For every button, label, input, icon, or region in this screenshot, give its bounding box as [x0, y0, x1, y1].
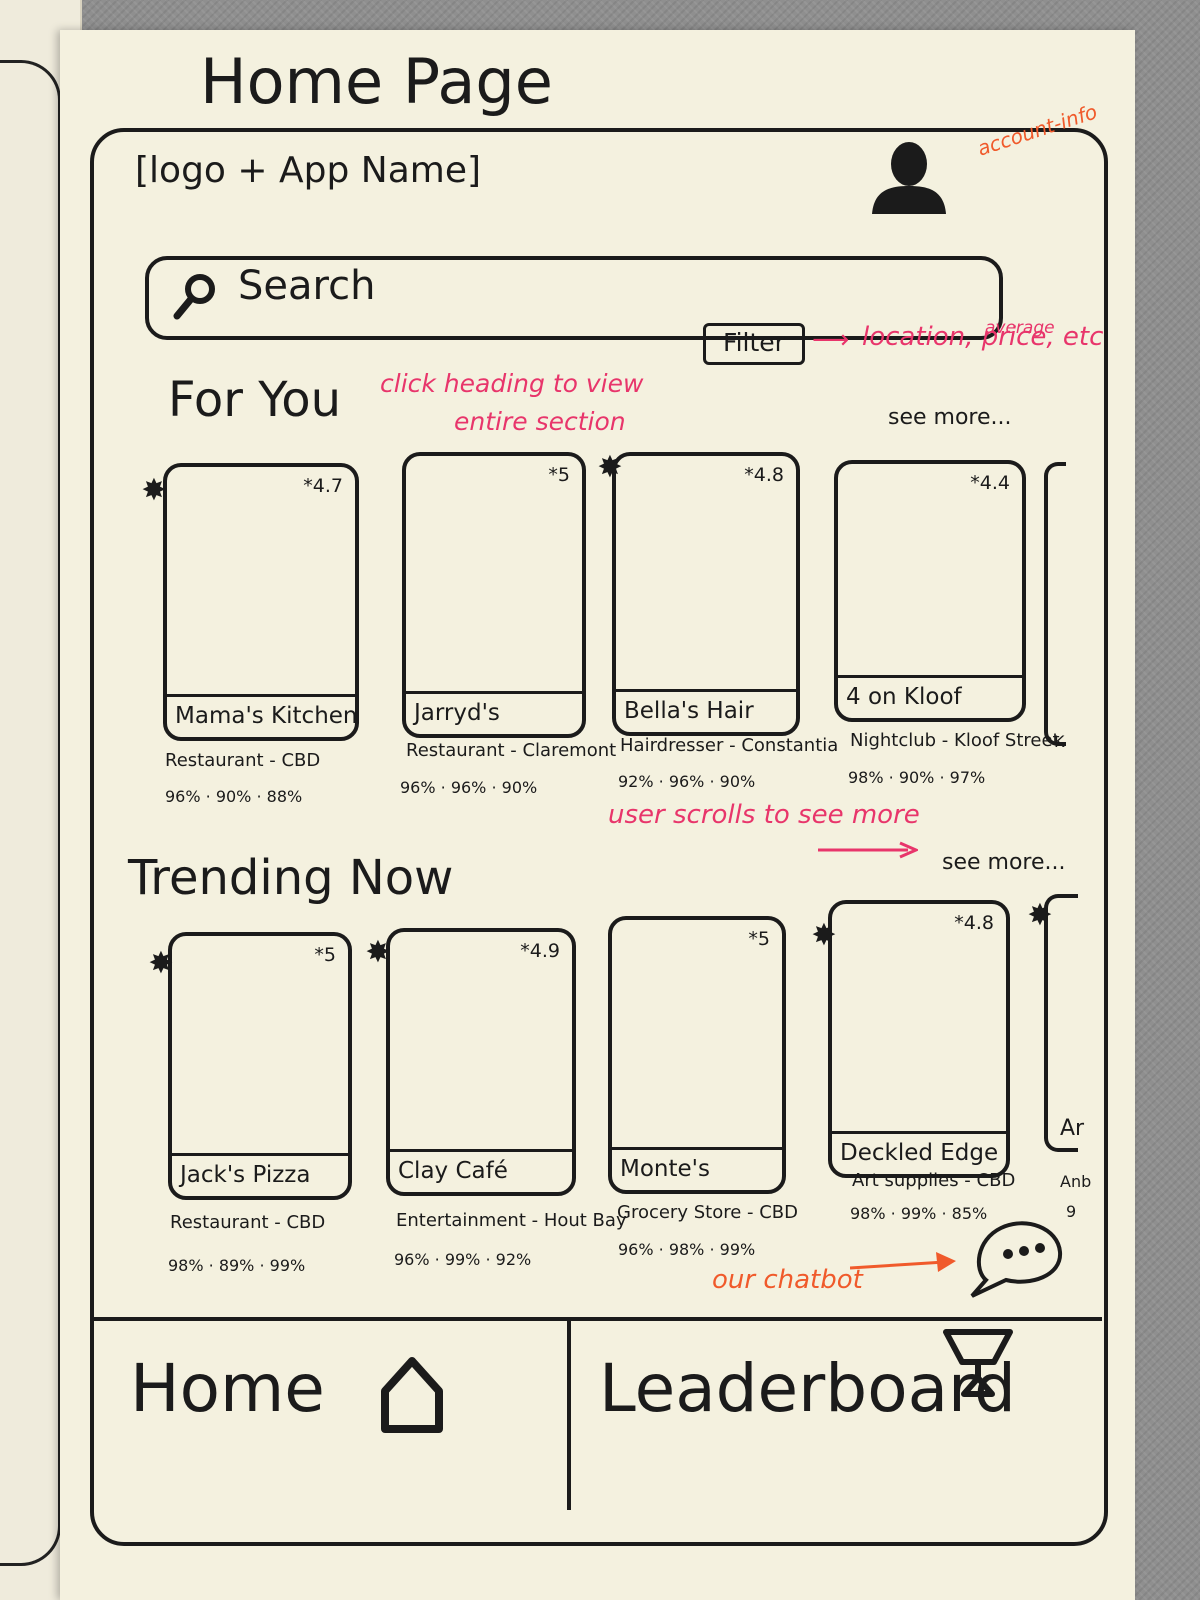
- search-input[interactable]: Search: [238, 263, 375, 309]
- app-logo: [logo + App Name]: [135, 150, 482, 191]
- place-name-partial: Ar: [1060, 1116, 1085, 1141]
- place-stats: 96% · 90% · 88%: [165, 787, 303, 806]
- place-name: Mama's Kitchen: [167, 694, 355, 737]
- place-card[interactable]: *5 Jack's Pizza: [168, 932, 352, 1200]
- place-card[interactable]: *4.7 Mama's Kitchen: [163, 463, 359, 741]
- chatbot-icon[interactable]: [966, 1210, 1066, 1300]
- local-leaf-badge-icon: ✸: [141, 473, 167, 508]
- local-leaf-badge-icon: ✸: [1027, 898, 1053, 933]
- local-leaf-badge-icon: ✸: [597, 450, 623, 485]
- sheet-title: Home Page: [200, 45, 553, 118]
- place-stats-partial: 9: [1066, 1202, 1077, 1221]
- place-card[interactable]: *4.8 Deckled Edge: [828, 900, 1010, 1178]
- rating-label: *4.8: [744, 464, 784, 486]
- place-name: Jack's Pizza: [172, 1153, 348, 1196]
- annotation-filter-arrow: ⟶: [812, 325, 850, 355]
- place-name: Deckled Edge: [832, 1131, 1006, 1174]
- rating-label: *5: [314, 944, 336, 966]
- annotation-heading-line-2: entire section: [454, 407, 626, 436]
- place-category: Hairdresser - Constantia: [620, 735, 839, 756]
- place-card[interactable]: *5 Jarryd's: [402, 452, 586, 738]
- rating-label: *4.9: [520, 940, 560, 962]
- nav-home-label: Home: [130, 1350, 325, 1427]
- place-name: Jarryd's: [406, 691, 582, 734]
- local-leaf-badge-icon: ✸: [148, 946, 174, 981]
- rating-label: *4.7: [303, 475, 343, 497]
- place-name: Bella's Hair: [616, 689, 796, 732]
- place-stats: 92% · 96% · 90%: [618, 772, 756, 791]
- annotation-scroll-arrow: [818, 841, 918, 859]
- home-icon: [381, 1357, 443, 1433]
- place-card[interactable]: *4.9 Clay Café: [386, 928, 576, 1196]
- place-stats: 96% · 98% · 99%: [618, 1240, 756, 1259]
- place-category: Grocery Store - CBD: [617, 1202, 799, 1223]
- annotation-heading-line-1: click heading to view: [380, 369, 644, 398]
- place-stats: 96% · 96% · 90%: [400, 778, 538, 797]
- see-more-for-you[interactable]: see more...: [888, 405, 1012, 430]
- place-card[interactable]: *5 Monte's: [608, 916, 786, 1194]
- nav-home-button[interactable]: Home: [92, 1320, 567, 1500]
- place-category: Art supplies - CBD: [852, 1170, 1016, 1191]
- left-page-sketch-edge: [0, 60, 61, 1566]
- rating-label: *4.8: [954, 912, 994, 934]
- search-icon: [173, 274, 215, 320]
- place-stats: 96% · 99% · 92%: [394, 1250, 532, 1269]
- place-name: Clay Café: [390, 1149, 572, 1192]
- section-title-trending[interactable]: Trending Now: [128, 850, 453, 906]
- annotation-heading: click heading to view entire section: [380, 365, 643, 441]
- rating-label: *4.4: [970, 472, 1010, 494]
- place-category: Nightclub - Kloof Street: [850, 730, 1060, 751]
- place-name: 4 on Kloof: [838, 675, 1022, 718]
- local-leaf-badge-icon: ✸: [811, 918, 837, 953]
- trophy-icon: [943, 1329, 1013, 1397]
- place-category-partial: K: [1054, 732, 1065, 751]
- place-category: Restaurant - CBD: [165, 750, 321, 771]
- place-card-partial[interactable]: [1044, 462, 1066, 746]
- local-leaf-badge-icon: ✸: [365, 935, 391, 970]
- nav-leaderboard-button[interactable]: Leaderboard: [571, 1320, 1101, 1500]
- place-category: Restaurant - CBD: [170, 1212, 326, 1233]
- place-category: Entertainment - Hout Bay: [396, 1210, 627, 1231]
- annotation-chatbot-arrow: [850, 1252, 956, 1272]
- place-name: Monte's: [612, 1147, 782, 1190]
- place-stats: 98% · 89% · 99%: [168, 1256, 306, 1275]
- rating-label: *5: [748, 928, 770, 950]
- place-card[interactable]: *4.4 4 on Kloof: [834, 460, 1026, 722]
- place-stats: 98% · 90% · 97%: [848, 768, 986, 787]
- annotation-filter-small: average: [985, 318, 1055, 338]
- filter-button[interactable]: Filter: [703, 323, 805, 365]
- account-icon[interactable]: [868, 138, 950, 216]
- section-title-for-you[interactable]: For You: [168, 372, 341, 428]
- place-category-partial: Anb: [1060, 1172, 1092, 1191]
- annotation-filter: location, price, etc: [862, 322, 1104, 352]
- see-more-trending[interactable]: see more...: [942, 850, 1066, 875]
- annotation-chatbot: our chatbot: [712, 1265, 863, 1295]
- annotation-scroll: user scrolls to see more: [608, 800, 920, 830]
- place-category: Restaurant - Claremont: [406, 740, 617, 761]
- place-card[interactable]: *4.8 Bella's Hair: [612, 452, 800, 736]
- rating-label: *5: [548, 464, 570, 486]
